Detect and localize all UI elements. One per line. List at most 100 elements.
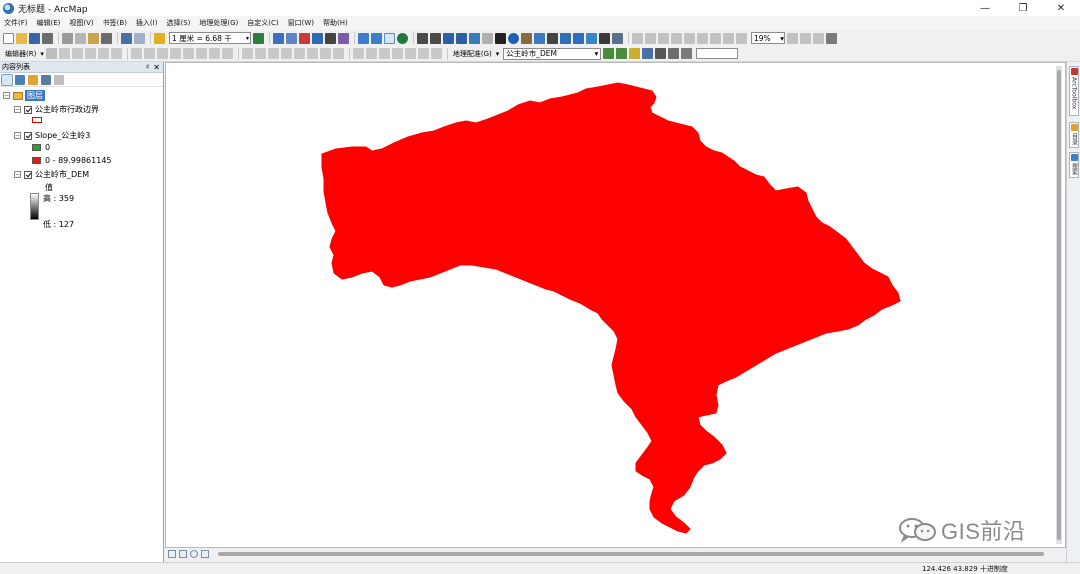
layout-zoom-out-icon[interactable]: [645, 32, 656, 44]
snap-edge-icon[interactable]: [280, 48, 292, 59]
open-folder-icon[interactable]: [16, 32, 27, 44]
layout-100-percent-icon[interactable]: [684, 32, 695, 44]
shift-raster-icon[interactable]: [616, 48, 628, 59]
catalog-icon[interactable]: [286, 32, 297, 44]
save-icon[interactable]: [29, 32, 40, 44]
boundary-symbol-row[interactable]: [32, 117, 42, 123]
list-by-selection-icon[interactable]: [41, 74, 51, 85]
menu-windows[interactable]: 窗口(W): [288, 18, 314, 28]
list-by-visibility-icon[interactable]: [28, 74, 38, 85]
map-horizontal-scroll-thumb[interactable]: [218, 552, 1044, 556]
select-features-icon[interactable]: [469, 32, 480, 44]
layout-pan-icon[interactable]: [658, 32, 669, 44]
class-color-swatch[interactable]: [32, 144, 41, 151]
collapse-icon[interactable]: −: [14, 106, 21, 113]
auto-adjust-icon[interactable]: [642, 48, 654, 59]
clear-selection-icon[interactable]: [482, 32, 493, 44]
fixed-zoom-in-icon[interactable]: [417, 32, 428, 44]
editor-menu[interactable]: 编辑器(R): [5, 49, 36, 59]
hyperlink-icon[interactable]: [521, 32, 532, 44]
maximize-button[interactable]: ❐: [1004, 0, 1042, 16]
cut-icon[interactable]: [62, 32, 73, 44]
editor-toolbar-icon[interactable]: [253, 32, 264, 44]
layer-row-boundary[interactable]: − 公主岭市行政边界: [14, 104, 99, 115]
snap-intersection-icon[interactable]: [293, 48, 305, 59]
paste-icon[interactable]: [88, 32, 99, 44]
python-window-icon[interactable]: [325, 32, 336, 44]
menu-file[interactable]: 文件(F): [4, 18, 28, 28]
georeferencing-menu[interactable]: 地理配准(G): [453, 49, 492, 59]
minimize-button[interactable]: —: [966, 0, 1004, 16]
viewer-icon[interactable]: [655, 48, 667, 59]
create-features-icon[interactable]: [221, 48, 233, 59]
map-view[interactable]: [165, 62, 1066, 548]
edit-tool-icon[interactable]: [45, 48, 57, 59]
zoom-in-icon[interactable]: [358, 32, 369, 44]
collapse-icon[interactable]: −: [14, 132, 21, 139]
layout-zoom-in-icon[interactable]: [632, 32, 643, 44]
edit-vertices-icon[interactable]: [130, 48, 142, 59]
snap-options-icon[interactable]: [332, 48, 344, 59]
error-inspector-icon[interactable]: [417, 48, 429, 59]
data-view-icon[interactable]: [168, 550, 176, 558]
rotate-raster-icon[interactable]: [603, 48, 615, 59]
find-route-icon[interactable]: [573, 32, 584, 44]
split-icon[interactable]: [169, 48, 181, 59]
trace-icon[interactable]: [97, 48, 109, 59]
identify-icon[interactable]: [508, 32, 519, 44]
map-scale-combobox[interactable]: 1 厘米 = 6.68 千 ▾: [169, 32, 251, 44]
layer-row-dem[interactable]: − 公主岭市_DEM: [14, 169, 89, 180]
forward-extent-icon[interactable]: [456, 32, 467, 44]
copy-icon[interactable]: [75, 32, 86, 44]
measure-icon[interactable]: [547, 32, 558, 44]
class-color-swatch[interactable]: [32, 157, 41, 164]
full-extent-globe-icon[interactable]: [397, 32, 408, 44]
arctoolbox-icon[interactable]: [312, 32, 323, 44]
zoom-out-icon[interactable]: [371, 32, 382, 44]
slope-class-row[interactable]: 0: [32, 143, 50, 152]
chevron-down-icon[interactable]: ▾: [40, 50, 44, 58]
layout-zoom-combobox[interactable]: 19% ▾: [751, 32, 785, 44]
find-binoculars-icon[interactable]: [560, 32, 571, 44]
map-canvas[interactable]: [166, 63, 1066, 548]
pin-icon[interactable]: ♯: [146, 63, 149, 71]
snap-point-icon[interactable]: [241, 48, 253, 59]
refresh-icon[interactable]: [190, 550, 198, 558]
add-data-icon[interactable]: [154, 32, 165, 44]
table-of-contents-icon[interactable]: [273, 32, 284, 44]
layer-name[interactable]: 公主岭市_DEM: [35, 169, 89, 180]
change-layout-icon[interactable]: [813, 32, 824, 44]
menu-help[interactable]: 帮助(H): [323, 18, 348, 28]
back-extent-icon[interactable]: [443, 32, 454, 44]
menu-view[interactable]: 视图(V): [69, 18, 93, 28]
layer-name[interactable]: Slope_公主岭3: [35, 130, 90, 141]
fix-topology-icon[interactable]: [430, 48, 442, 59]
pan-hand-icon[interactable]: [384, 32, 395, 44]
menu-bookmarks[interactable]: 书签(B): [103, 18, 127, 28]
html-popup-icon[interactable]: [534, 32, 545, 44]
point-icon[interactable]: [110, 48, 122, 59]
menu-selection[interactable]: 选择(S): [166, 18, 190, 28]
cut-polygons-icon[interactable]: [156, 48, 168, 59]
attributes-icon[interactable]: [195, 48, 207, 59]
select-elements-arrow-icon[interactable]: [495, 32, 506, 44]
close-button[interactable]: ✕: [1042, 0, 1080, 16]
polygon-outline-symbol[interactable]: [32, 117, 42, 123]
georef-layer-select[interactable]: 公主岭市_DEM ▾: [503, 47, 602, 60]
undo-icon[interactable]: [121, 32, 132, 44]
fixed-zoom-out-icon[interactable]: [430, 32, 441, 44]
search-tab[interactable]: 搜索: [1069, 152, 1079, 178]
snap-midpoint-icon[interactable]: [306, 48, 318, 59]
snap-tangent-icon[interactable]: [319, 48, 331, 59]
map-topology-icon[interactable]: [365, 48, 377, 59]
endpoint-arc-icon[interactable]: [84, 48, 96, 59]
close-icon[interactable]: ✕: [153, 63, 160, 72]
edit-annotation-icon[interactable]: [58, 48, 70, 59]
pause-drawing-icon[interactable]: [201, 550, 209, 558]
toc-options-icon[interactable]: [54, 74, 64, 85]
reshape-icon[interactable]: [143, 48, 155, 59]
time-slider-icon[interactable]: [599, 32, 610, 44]
validate-topology-icon[interactable]: [404, 48, 416, 59]
menu-edit[interactable]: 编辑(E): [37, 18, 61, 28]
layer-visibility-checkbox[interactable]: [24, 170, 32, 179]
